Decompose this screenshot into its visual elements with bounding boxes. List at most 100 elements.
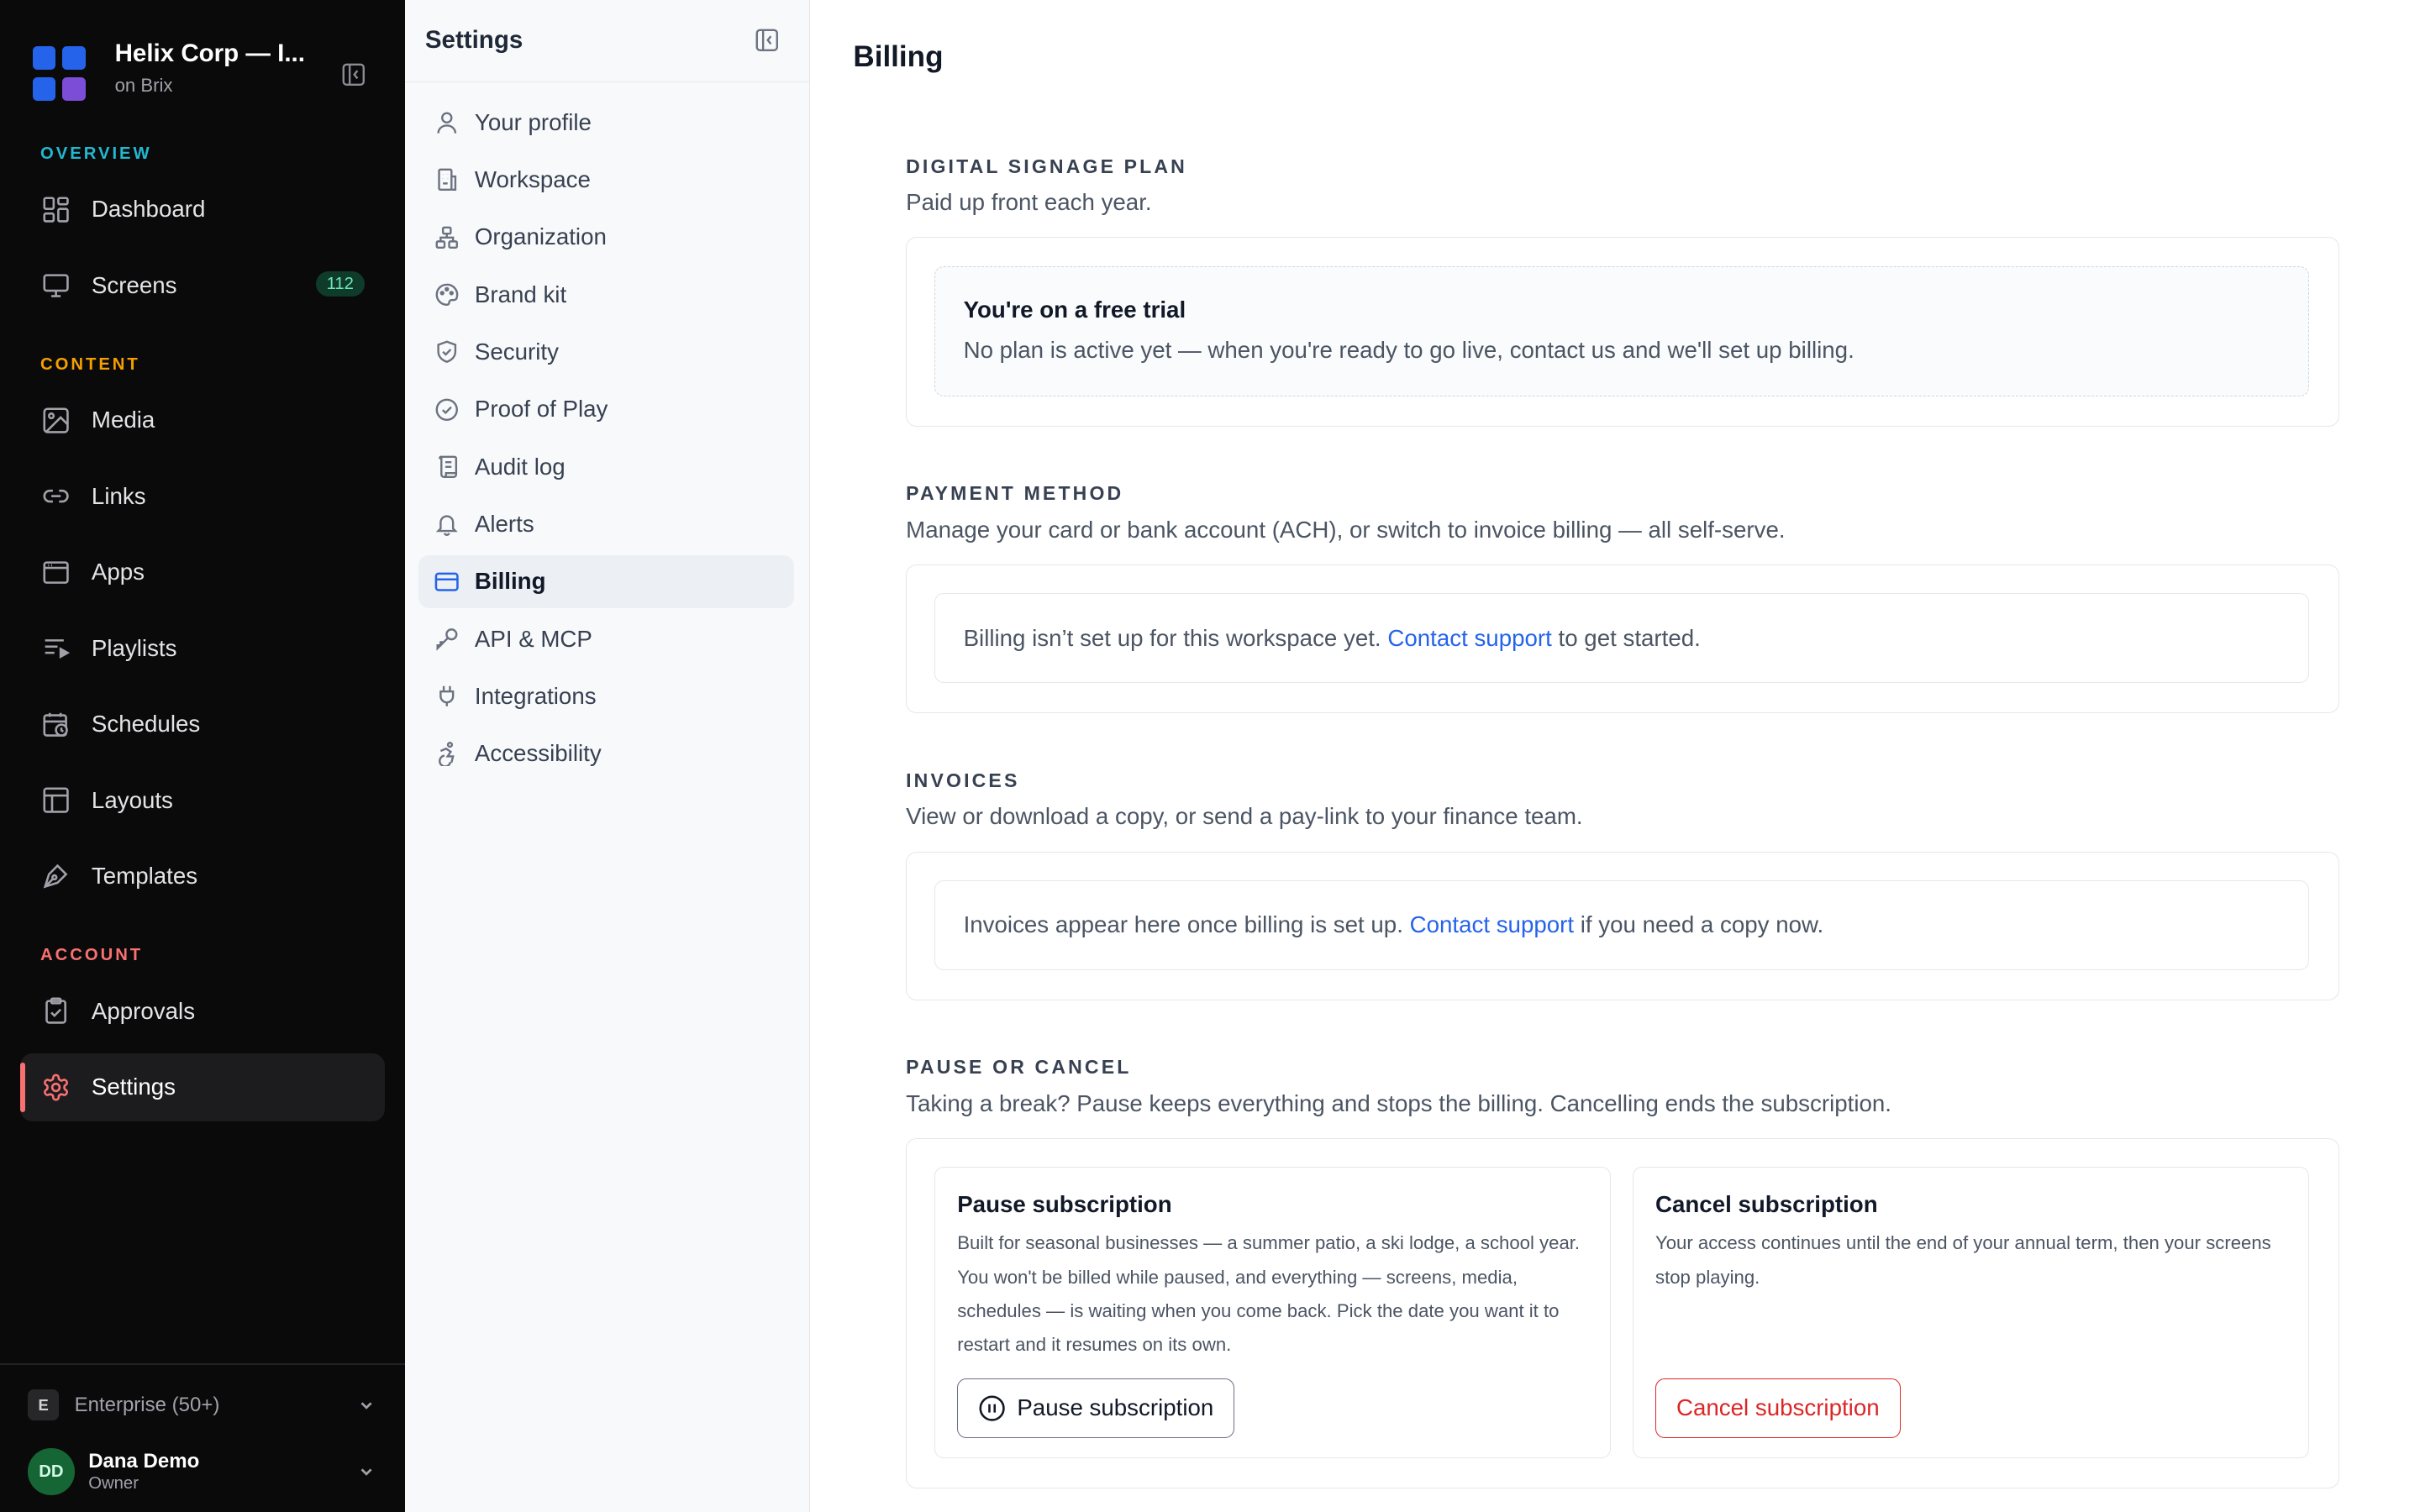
image-icon bbox=[40, 405, 71, 436]
settings-item-proof-of-play[interactable]: Proof of Play bbox=[418, 383, 794, 436]
sidebar-item-label: Schedules bbox=[91, 711, 201, 738]
user-name: Dana Demo bbox=[88, 1449, 200, 1473]
plan-section-label: DIGITAL SIGNAGE PLAN bbox=[906, 155, 1187, 177]
cancel-option: Cancel subscription Your access continue… bbox=[1633, 1167, 2310, 1459]
payment-note: Billing isn’t set up for this workspace … bbox=[964, 594, 1701, 682]
settings-item-label: Proof of Play bbox=[474, 396, 608, 423]
pause-cancel-section-label: PAUSE OR CANCEL bbox=[906, 1056, 1132, 1079]
settings-item-alerts[interactable]: Alerts bbox=[418, 498, 794, 551]
sidebar-item-settings[interactable]: Settings bbox=[20, 1053, 385, 1121]
settings-item-label: Integrations bbox=[474, 682, 597, 709]
key-icon bbox=[433, 625, 460, 653]
trial-title: You're on a free trial bbox=[963, 296, 1186, 323]
link-icon bbox=[40, 480, 71, 512]
settings-item-label: Security bbox=[474, 339, 559, 365]
settings-nav: Settings Your profile Workspace Organiza… bbox=[404, 0, 810, 1512]
sidebar-item-label: Dashboard bbox=[91, 196, 206, 223]
plan-badge: E bbox=[28, 1389, 60, 1421]
invoices-note: Invoices appear here once billing is set… bbox=[964, 881, 1824, 969]
sidebar-item-label: Settings bbox=[91, 1074, 176, 1100]
contact-support-link[interactable]: Contact support bbox=[1387, 625, 1551, 652]
pen-tool-icon bbox=[40, 861, 71, 892]
bell-icon bbox=[433, 510, 460, 538]
payment-note-tail: to get started. bbox=[1558, 624, 1701, 651]
settings-item-workspace[interactable]: Workspace bbox=[418, 154, 794, 207]
sidebar-item-layouts[interactable]: Layouts bbox=[20, 766, 385, 834]
settings-item-security[interactable]: Security bbox=[418, 326, 794, 379]
settings-item-label: Audit log bbox=[474, 453, 566, 480]
settings-item-api-mcp[interactable]: API & MCP bbox=[418, 612, 794, 665]
sidebar-item-links[interactable]: Links bbox=[20, 462, 385, 530]
page-title: Billing bbox=[853, 40, 944, 73]
sidebar-item-approvals[interactable]: Approvals bbox=[20, 977, 385, 1045]
settings-item-audit-log[interactable]: Audit log bbox=[418, 440, 794, 493]
sidebar-item-schedules[interactable]: Schedules bbox=[20, 690, 385, 759]
sidebar-item-apps[interactable]: Apps bbox=[20, 538, 385, 606]
settings-item-label: Brand kit bbox=[474, 281, 567, 307]
invoices-section-label: INVOICES bbox=[906, 769, 1020, 791]
settings-nav-title: Settings bbox=[424, 26, 523, 55]
settings-item-label: Your profile bbox=[474, 108, 592, 135]
clipboard-check-icon bbox=[40, 995, 71, 1026]
sidebar-item-dashboard[interactable]: Dashboard bbox=[20, 176, 385, 244]
sidebar-item-label: Playlists bbox=[91, 634, 177, 661]
pause-desc: Built for seasonal businesses — a summer… bbox=[957, 1232, 1581, 1356]
user-menu[interactable]: DD Dana Demo Owner bbox=[28, 1447, 381, 1497]
sidebar-item-label: Approvals bbox=[91, 997, 196, 1024]
layout-icon bbox=[40, 785, 71, 816]
payment-section-desc: Manage your card or bank account (ACH), … bbox=[906, 516, 1786, 543]
settings-item-billing[interactable]: Billing bbox=[418, 554, 795, 608]
settings-item-organization[interactable]: Organization bbox=[418, 211, 794, 264]
cancel-subscription-button[interactable]: Cancel subscription bbox=[1655, 1378, 1901, 1438]
scroll-icon bbox=[433, 453, 460, 480]
sidebar-item-label: Media bbox=[91, 407, 155, 433]
sidebar-divider bbox=[0, 1362, 405, 1365]
user-role: Owner bbox=[88, 1474, 139, 1494]
chevron-down-icon bbox=[360, 1468, 372, 1476]
invoices-card: Invoices appear here once billing is set… bbox=[906, 851, 2340, 1000]
sidebar-item-playlists[interactable]: Playlists bbox=[20, 614, 385, 682]
building-icon bbox=[433, 166, 460, 194]
pause-title: Pause subscription bbox=[957, 1191, 1172, 1218]
gear-icon bbox=[40, 1072, 71, 1103]
contact-support-link[interactable]: Contact support bbox=[1410, 911, 1574, 938]
payment-section-label: PAYMENT METHOD bbox=[906, 482, 1124, 505]
section-overview-label: OVERVIEW bbox=[40, 144, 152, 163]
settings-nav-header: Settings bbox=[404, 0, 809, 82]
sidebar-collapse-icon[interactable] bbox=[341, 62, 366, 87]
plan-label: Enterprise (50+) bbox=[74, 1393, 220, 1416]
avatar: DD bbox=[28, 1448, 75, 1495]
accessibility-icon bbox=[433, 740, 460, 768]
pause-circle-icon bbox=[978, 1394, 1006, 1422]
plug-icon bbox=[433, 682, 460, 710]
workspace-switcher[interactable]: Helix Corp — I... on Brix bbox=[32, 37, 381, 105]
sidebar-item-screens[interactable]: Screens 112 bbox=[20, 251, 385, 319]
sidebar-item-label: Layouts bbox=[91, 786, 173, 813]
pause-cancel-section-desc: Taking a break? Pause keeps everything a… bbox=[906, 1089, 1891, 1116]
settings-item-your-profile[interactable]: Your profile bbox=[418, 96, 794, 149]
settings-item-accessibility[interactable]: Accessibility bbox=[418, 727, 794, 780]
plan-selector[interactable]: E Enterprise (50+) bbox=[28, 1388, 381, 1422]
sidebar-item-templates[interactable]: Templates bbox=[20, 842, 385, 910]
section-content-label: CONTENT bbox=[40, 354, 140, 374]
workspace-sub: on Brix bbox=[114, 74, 173, 96]
calendar-clock-icon bbox=[40, 709, 71, 740]
settings-item-integrations[interactable]: Integrations bbox=[418, 670, 794, 723]
settings-item-label: API & MCP bbox=[474, 625, 592, 652]
shield-icon bbox=[433, 338, 460, 365]
cancel-button-label: Cancel subscription bbox=[1676, 1394, 1880, 1421]
pause-subscription-button[interactable]: Pause subscription bbox=[957, 1378, 1235, 1438]
settings-item-brand-kit[interactable]: Brand kit bbox=[418, 268, 794, 321]
invoices-notice: Invoices appear here once billing is set… bbox=[934, 879, 2310, 970]
panel-collapse-icon[interactable] bbox=[755, 28, 780, 53]
plan-section-desc: Paid up front each year. bbox=[906, 189, 1152, 216]
pause-button-label: Pause subscription bbox=[1017, 1394, 1214, 1421]
palette-icon bbox=[433, 281, 460, 308]
invoices-note-text: Invoices appear here once billing is set… bbox=[963, 911, 1403, 938]
invoices-section-desc: View or download a copy, or send a pay-l… bbox=[906, 803, 1583, 830]
payment-notice: Billing isn’t set up for this workspace … bbox=[934, 593, 2310, 684]
sidebar-item-media[interactable]: Media bbox=[20, 386, 385, 454]
app-sidebar: Helix Corp — I... on Brix OVERVIEW Dashb… bbox=[0, 0, 405, 1512]
screens-count-badge: 112 bbox=[315, 271, 365, 297]
dashboard-icon bbox=[40, 194, 71, 225]
